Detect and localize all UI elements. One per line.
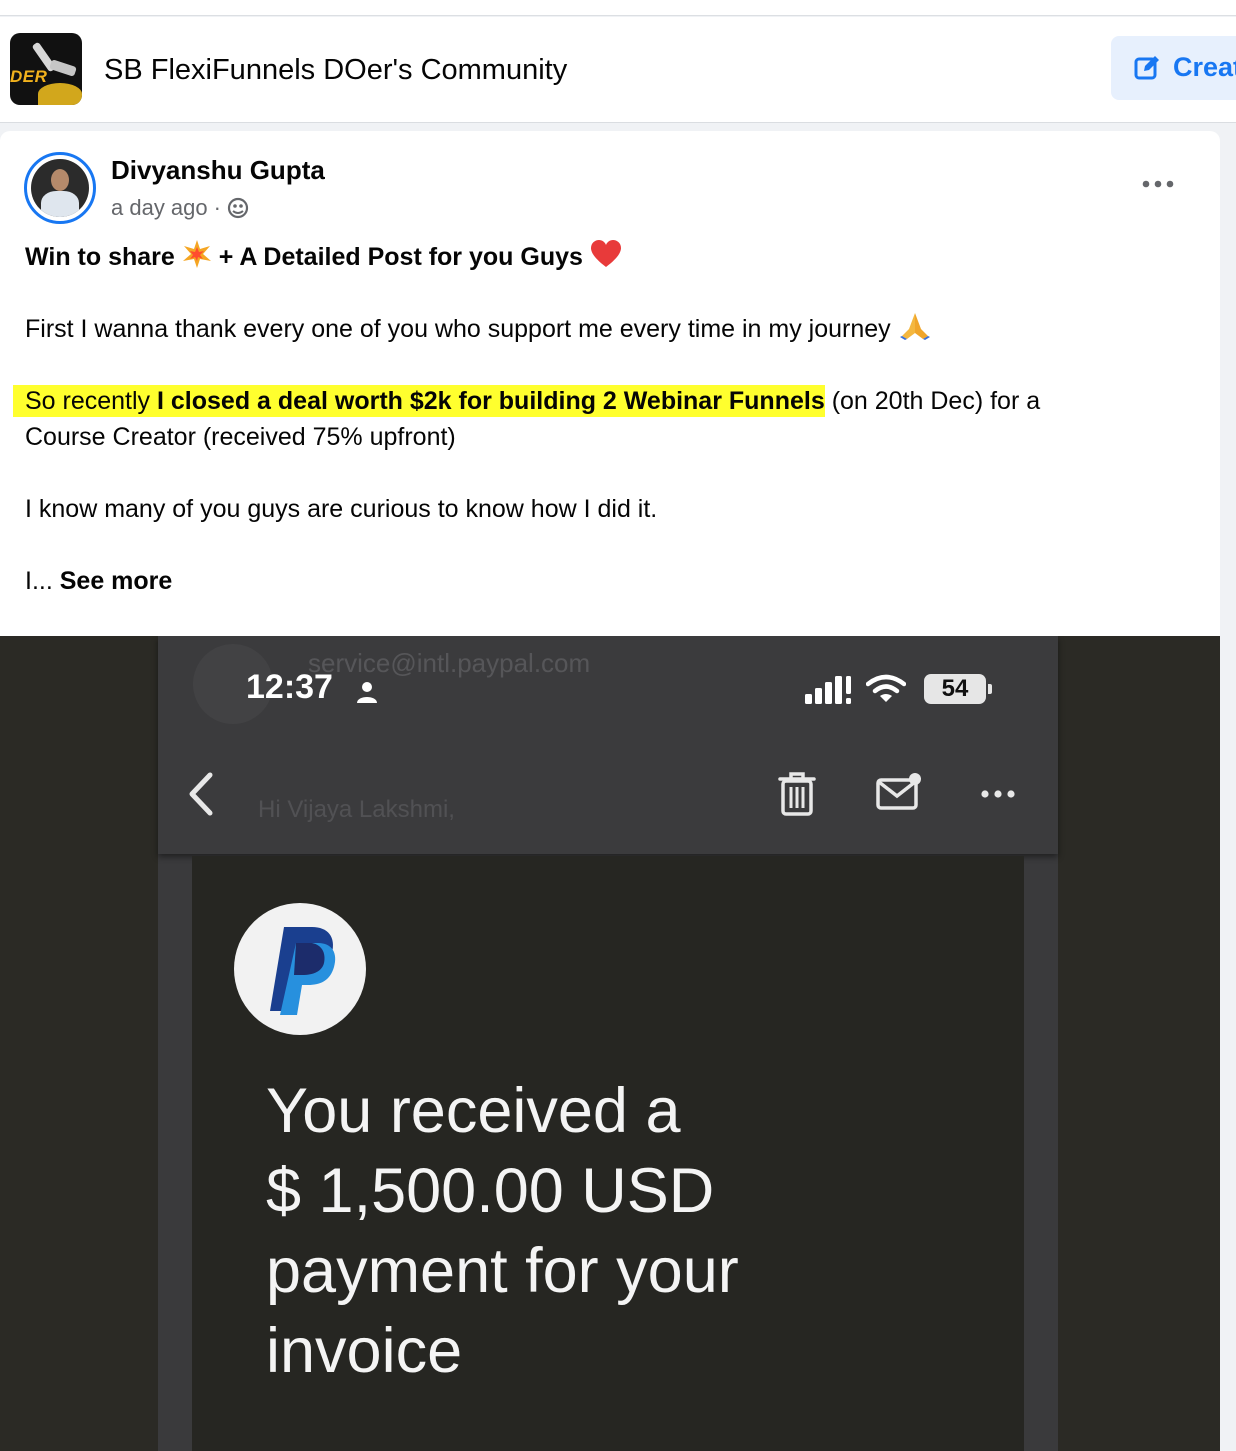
- see-more-link[interactable]: See more: [60, 567, 173, 595]
- post-card: Divyanshu Gupta a day ago · Win to share…: [0, 131, 1220, 1451]
- group-name[interactable]: SB FlexiFunnels DOer's Community: [104, 54, 567, 87]
- group-header: DER SB FlexiFunnels DOer's Community Cre…: [0, 17, 1236, 123]
- avatar-face: [51, 169, 69, 191]
- post-line-creator: Course Creator (received 75% upfront): [25, 423, 456, 451]
- payment-message: You received a $ 1,500.00 USD payment fo…: [266, 1071, 966, 1391]
- post-timestamp[interactable]: a day ago: [111, 195, 208, 221]
- post-line-deal: So recently I closed a deal worth $2k fo…: [13, 383, 1195, 419]
- praying-hands-emoji: [899, 313, 930, 340]
- ghost-greeting: Hi Vijaya Lakshmi,: [258, 796, 455, 823]
- highlight-plain: So recently: [13, 385, 151, 417]
- post-title-part2: + A Detailed Post for you Guys: [218, 243, 583, 271]
- payment-line-4: invoice: [266, 1316, 463, 1386]
- post-line-curious: I know many of you guys are curious to k…: [25, 495, 658, 523]
- back-chevron-icon: [189, 772, 213, 816]
- more-horizontal-icon[interactable]: [1138, 171, 1178, 197]
- deal-rest: (on 20th Dec) for a: [831, 387, 1041, 415]
- post-title-part1: Win to share: [25, 243, 175, 271]
- meta-separator: ·: [213, 195, 221, 220]
- phone-top-bar: service@intl.paypal.com Hi Vijaya Lakshm…: [158, 636, 1058, 854]
- create-post-label: Creat: [1173, 52, 1236, 82]
- post-line-thanks: First I wanna thank every one of you who…: [25, 311, 1195, 347]
- logo-figure-arm: [49, 59, 77, 77]
- signal-icon: [805, 676, 851, 704]
- collision-emoji: [182, 240, 211, 268]
- author-name[interactable]: Divyanshu Gupta: [111, 155, 325, 186]
- payment-amount: $ 1,500.00 USD: [266, 1156, 715, 1226]
- author-avatar[interactable]: [24, 152, 96, 224]
- post-line-truncated: I... See more: [25, 563, 1195, 599]
- truncated-prefix: I...: [25, 567, 53, 595]
- person-icon: [357, 682, 377, 703]
- status-time: 12:37: [246, 668, 333, 706]
- post-meta: a day ago ·: [111, 195, 249, 221]
- logo-text: DER: [10, 67, 48, 86]
- edit-icon: [1134, 56, 1159, 80]
- highlight-space: [150, 385, 158, 417]
- paypal-logo: [270, 927, 336, 1015]
- avatar-shirt: [41, 191, 79, 217]
- ghost-sender: service@intl.paypal.com: [308, 648, 591, 678]
- payment-line-1: You received a: [266, 1076, 681, 1146]
- group-logo[interactable]: DER: [10, 33, 82, 105]
- phone-screenshot: service@intl.paypal.com Hi Vijaya Lakshm…: [158, 636, 1058, 1451]
- globe-icon: [227, 197, 249, 219]
- paypal-avatar: [234, 903, 366, 1035]
- payment-line-3: payment for your: [266, 1236, 739, 1306]
- post-line-title: Win to share + A Detailed Post for you G…: [25, 239, 1195, 275]
- battery-indicator: 54: [924, 674, 986, 704]
- heart-emoji: [590, 240, 621, 267]
- create-post-button[interactable]: Creat: [1111, 36, 1236, 100]
- battery-tip: [988, 684, 992, 694]
- post-text: Win to share + A Detailed Post for you G…: [13, 239, 1195, 599]
- mail-icon: [876, 773, 921, 810]
- post-image[interactable]: service@intl.paypal.com Hi Vijaya Lakshm…: [0, 636, 1220, 1451]
- more-dots-icon: [981, 790, 1015, 798]
- wifi-icon: [866, 674, 906, 702]
- trash-icon: [778, 772, 816, 816]
- avatar-photo: [31, 159, 89, 217]
- top-divider: [0, 0, 1236, 16]
- highlight-bold: I closed a deal worth $2k for building 2…: [157, 385, 825, 417]
- thanks-text: First I wanna thank every one of you who…: [25, 315, 891, 343]
- email-body: You received a $ 1,500.00 USD payment fo…: [192, 856, 1024, 1451]
